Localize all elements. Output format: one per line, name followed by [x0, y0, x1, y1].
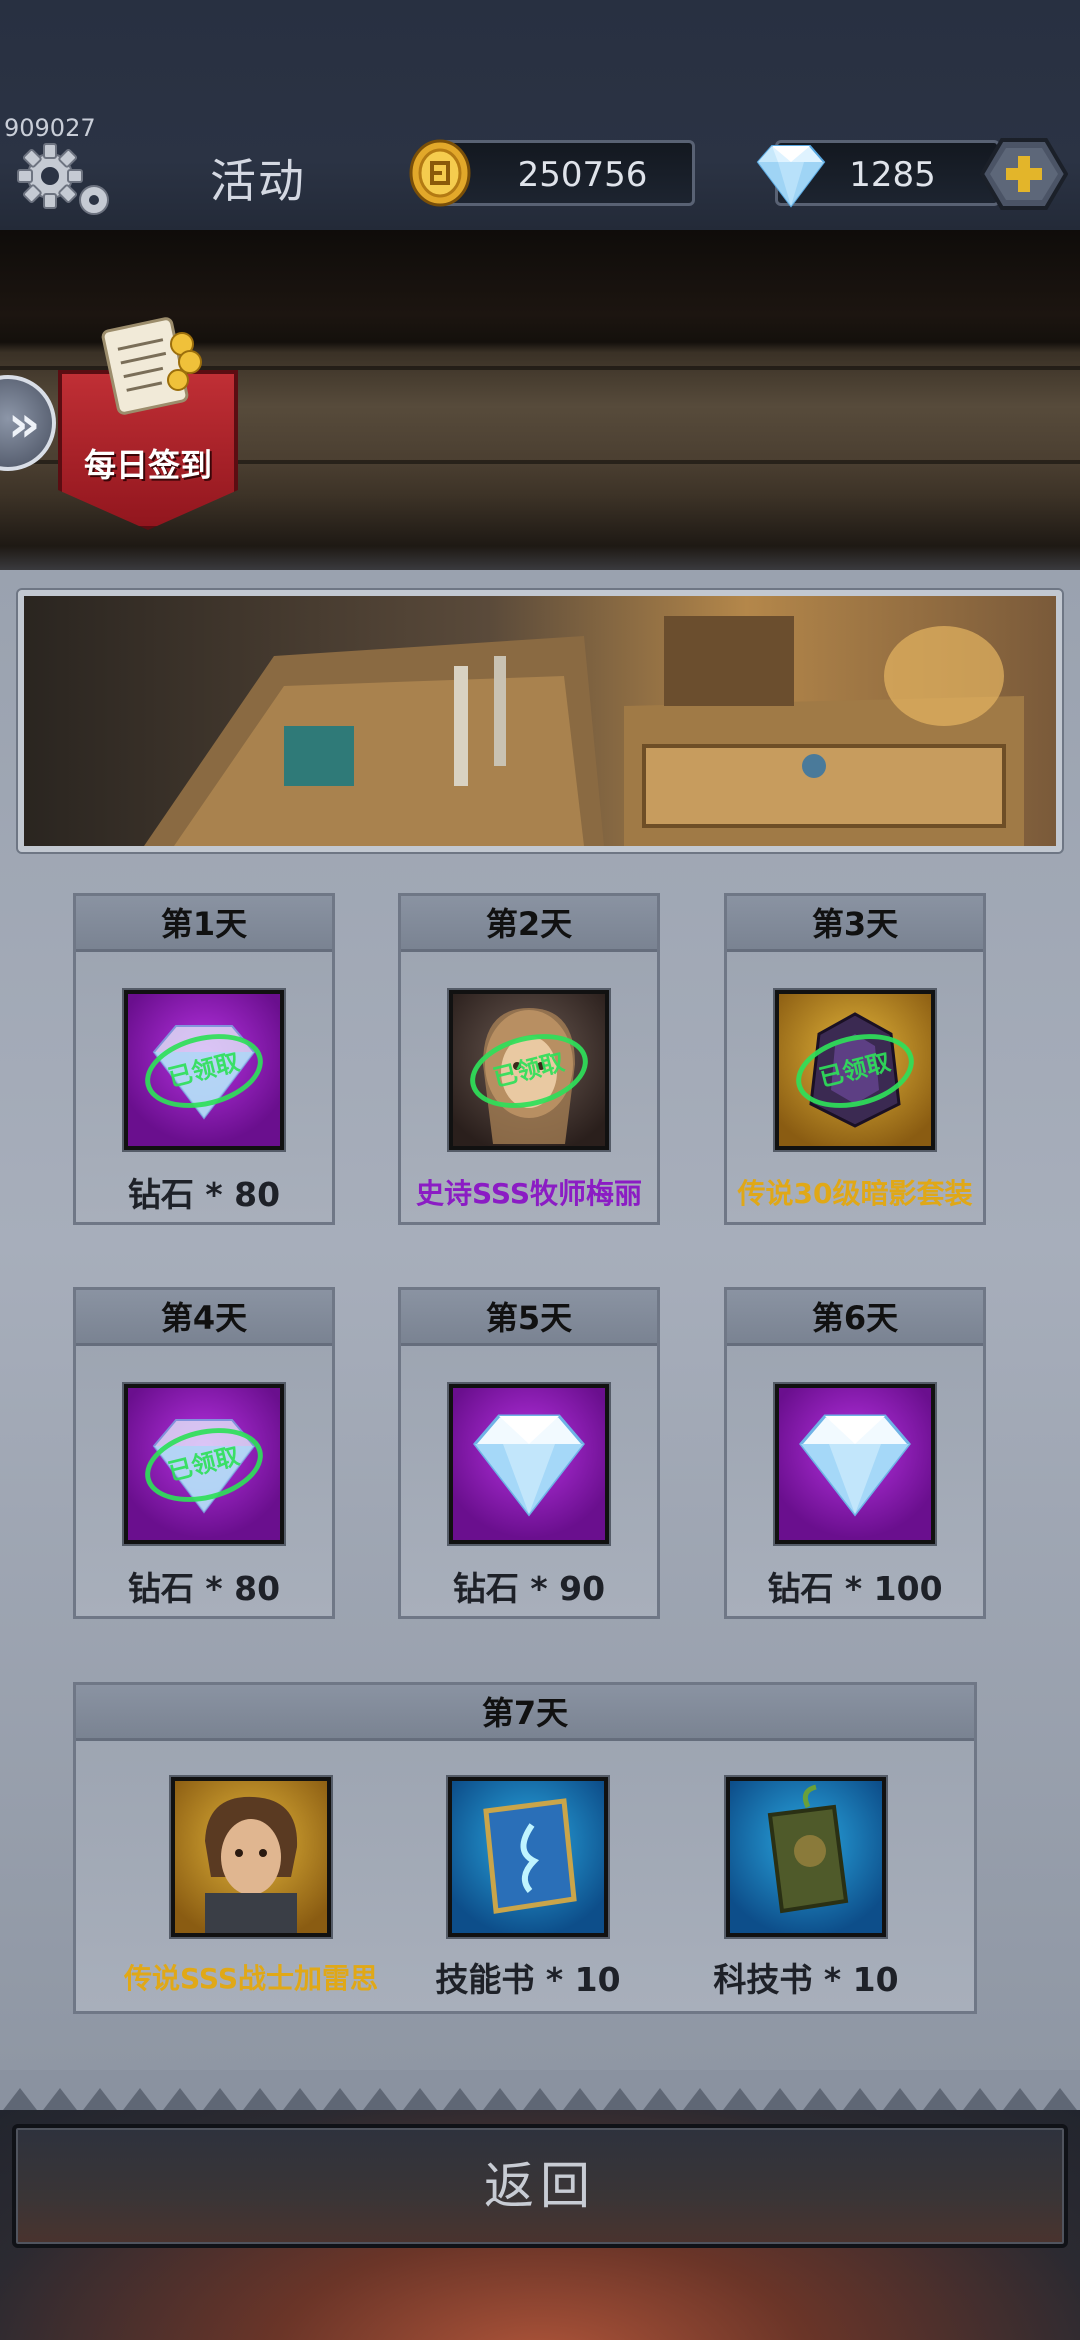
day-label: 第7天 [481, 1694, 569, 1732]
back-button-label: 返回 [484, 2157, 596, 2215]
skill-book-icon [448, 1777, 608, 1937]
day-label: 第5天 [485, 1299, 573, 1337]
workshop-banner-image [18, 590, 1062, 852]
day-reward-label: 钻石 * 100 [767, 1569, 943, 1608]
tab-daily-checkin-label: 每日签到 [83, 446, 212, 484]
day-reward-label: 史诗SSS牧师梅丽 [416, 1177, 642, 1210]
scroll-gold-icon [78, 310, 218, 430]
tab-daily-checkin[interactable]: 每日签到 [58, 300, 238, 530]
priest-portrait-icon: 已领取 [449, 990, 609, 1150]
shadow-armor-icon: 已领取 [775, 990, 935, 1150]
day-label: 第1天 [160, 905, 248, 943]
diamond-reward-icon: 已领取 [124, 990, 284, 1150]
day-label: 第4天 [160, 1299, 248, 1337]
day-card-header: 第6天 [727, 1290, 983, 1346]
day7-reward-warrior[interactable]: 传说SSS战士加雷思 [121, 1777, 381, 2007]
day-card-header: 第3天 [727, 896, 983, 952]
chevron-right-icon: » [8, 395, 41, 453]
day-reward-label: 技能书 * 10 [435, 1960, 621, 1999]
diamond-reward-icon [449, 1384, 609, 1544]
day-label: 第2天 [485, 905, 573, 943]
settings-gear-icon[interactable] [12, 142, 122, 222]
warrior-portrait-icon [171, 1777, 331, 1937]
day-card-header: 第1天 [76, 896, 332, 952]
day-reward-label: 传说30级暗影套装 [737, 1177, 973, 1210]
day-card-header: 第7天 [76, 1685, 974, 1741]
user-id: 909027 [4, 114, 96, 142]
diamond-reward-icon [775, 1384, 935, 1544]
gold-amount: 250756 [517, 155, 648, 195]
day7-reward-skill-book[interactable]: 技能书 * 10 [398, 1777, 658, 2007]
day-label: 第6天 [811, 1299, 899, 1337]
decorative-divider [0, 2070, 1080, 2114]
diamond-reward-icon: 已领取 [124, 1384, 284, 1544]
day-card-7[interactable]: 第7天 传说SSS战士加雷思 技能书 * 10 科技书 * 10 [73, 1682, 977, 2014]
day-card-header: 第2天 [401, 896, 657, 952]
day-card-5[interactable]: 第5天 钻石 * 90 [398, 1287, 660, 1619]
day-card-header: 第4天 [76, 1290, 332, 1346]
day-label: 第3天 [811, 905, 899, 943]
day-card-3[interactable]: 第3天 已领取 传说30级暗影套装 [724, 893, 986, 1225]
day-reward-label: 钻石 * 80 [127, 1175, 281, 1214]
day-card-1[interactable]: 第1天 已领取 钻石 * 80 [73, 893, 335, 1225]
gold-counter: 250756 [440, 140, 695, 206]
day-reward-label: 钻石 * 90 [452, 1569, 606, 1608]
day7-reward-tech-book[interactable]: 科技书 * 10 [676, 1777, 936, 2007]
tech-book-icon [726, 1777, 886, 1937]
day-reward-label: 科技书 * 10 [713, 1960, 899, 1999]
day-reward-label: 传说SSS战士加雷思 [124, 1962, 378, 1995]
day-card-4[interactable]: 第4天 已领取 钻石 * 80 [73, 1287, 335, 1619]
gold-coin-icon [408, 138, 472, 208]
diamond-icon [748, 140, 834, 210]
day-reward-label: 钻石 * 80 [127, 1569, 281, 1608]
back-button[interactable]: 返回 [12, 2124, 1068, 2248]
day-card-header: 第5天 [401, 1290, 657, 1346]
page-title: 活动 [210, 154, 306, 208]
day-card-6[interactable]: 第6天 钻石 * 100 [724, 1287, 986, 1619]
day-card-2[interactable]: 第2天 已领取 史诗SSS牧师梅丽 [398, 893, 660, 1225]
add-diamonds-button[interactable] [979, 136, 1069, 212]
